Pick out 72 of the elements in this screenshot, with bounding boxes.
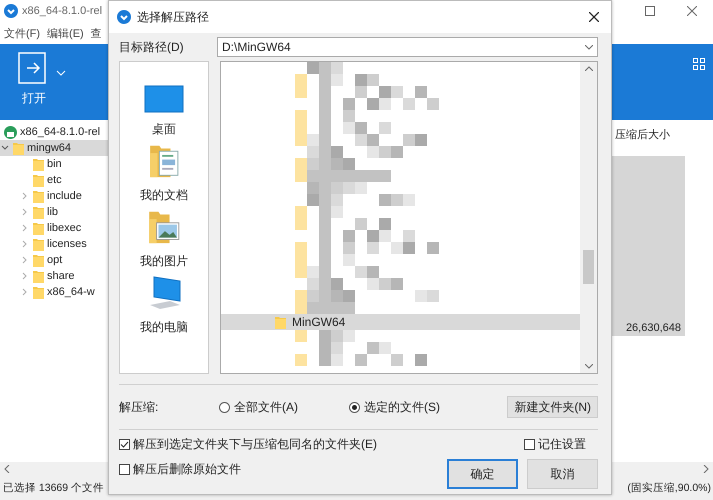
place-item[interactable]: 我的电脑 [140,274,188,336]
app-logo-icon [4,4,18,18]
scroll-left-icon[interactable] [4,465,10,473]
new-folder-button[interactable]: 新建文件夹(N) [507,396,598,418]
dialog-button[interactable]: 确定 [447,459,518,489]
radio-option[interactable]: 选定的文件(S) [349,398,479,416]
tree-item[interactable]: libexec [0,220,112,236]
path-combobox[interactable]: D:\MinGW64 [217,37,598,57]
scroll-down-icon[interactable] [584,364,592,369]
table-cell: 26,630,648 [626,322,681,334]
tree-item[interactable]: lib [0,204,112,220]
grid-icon[interactable] [693,58,705,70]
caret-icon[interactable] [56,70,66,76]
tree-label: share [47,270,75,282]
checkbox-option[interactable]: 解压到选定文件夹下与压缩包同名的文件夹(E) [119,436,447,453]
menu-item[interactable]: 文件(F) [4,26,40,40]
folder-icon [33,254,44,266]
scroll-thumb[interactable] [583,250,594,284]
extract-label: 解压缩: [119,398,160,416]
tree-item[interactable]: x86_64-8.1.0-rel [0,124,112,140]
checkbox-option[interactable]: 记住设置 [524,436,586,453]
checkbox-option[interactable]: 解压后删除原始文件 [119,461,447,478]
tree-label: x86_64-w [47,286,95,298]
place-item[interactable]: 我的图片 [140,208,188,270]
folder-icon [33,222,44,234]
chevron-icon[interactable] [1,144,9,152]
status-text: 已选择 13669 个文件 [3,481,104,495]
archive-icon [4,126,17,138]
folder-icon [33,238,44,250]
tree-label: bin [47,158,62,170]
status-text: (固实压缩,90.0%) [627,481,711,495]
place-item[interactable]: 我的文档 [140,142,188,204]
folder-icon [33,270,44,282]
tree-label: lib [47,206,58,218]
tree-item[interactable]: x86_64-w [0,284,112,300]
folder-icon [33,158,44,170]
tree-label: mingw64 [27,142,72,154]
menu-item[interactable]: 编辑(E) [47,26,84,40]
checkmark-icon [120,440,129,449]
tree-label: x86_64-8.1.0-rel [20,126,100,138]
folder-icon [13,142,24,154]
tree-label: etc [47,174,62,186]
window-title: x86_64-8.1.0-rel [22,5,102,17]
folder-icon [33,174,44,186]
close-icon [589,12,599,22]
path-label: 目标路径(D) [119,38,185,56]
dialog-title: 选择解压路径 [137,8,209,26]
tree-label: libexec [47,222,82,234]
tree-item[interactable]: etc [0,172,112,188]
app-logo-icon [117,10,131,24]
tree-label: opt [47,254,62,266]
folder-item[interactable]: MinGW64 [221,314,580,330]
folder-icon [33,190,44,202]
tree-item[interactable]: opt [0,252,112,268]
column-header[interactable]: 压缩后大小 [615,126,713,142]
radio-option[interactable]: 全部文件(A) [219,398,349,416]
monitor-icon [144,85,184,113]
scroll-up-icon[interactable] [584,66,592,71]
tree-item[interactable]: licenses [0,236,112,252]
folder-icon [275,316,286,328]
place-item[interactable]: 桌面 [144,76,184,138]
tree-item[interactable]: include [0,188,112,204]
folder-icon [33,206,44,218]
scroll-right-icon[interactable] [703,465,709,473]
dialog-button[interactable]: 取消 [527,459,598,489]
tree-label: licenses [47,238,87,250]
folder-icon [33,286,44,298]
vertical-scrollbar[interactable] [580,62,597,373]
tree-item[interactable]: bin [0,156,112,172]
menu-item[interactable]: 查 [90,26,102,40]
tree-item[interactable]: share [0,268,112,284]
tree-label: include [47,190,82,202]
